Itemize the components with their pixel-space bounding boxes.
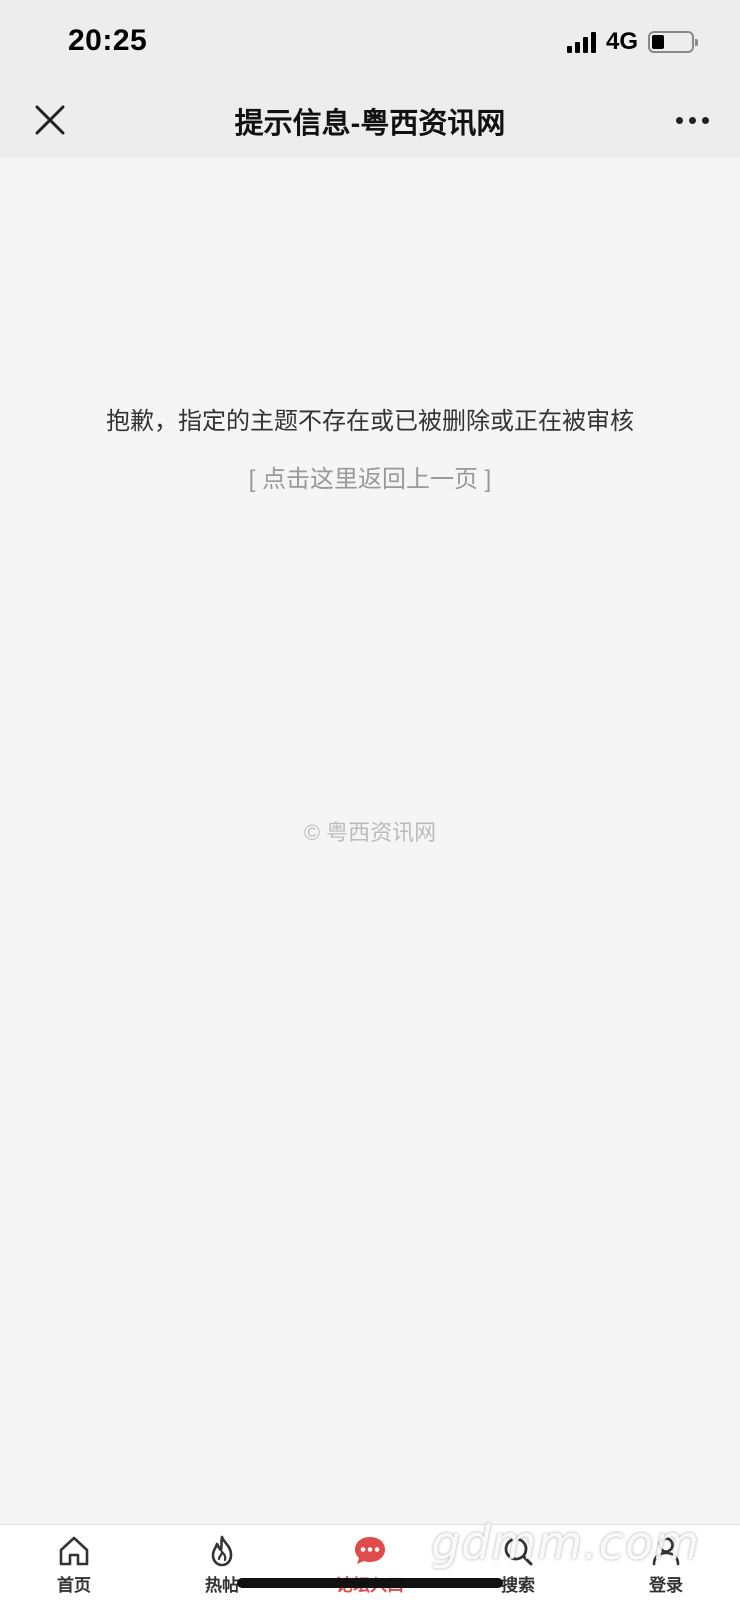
- tab-label: 首页: [57, 1576, 91, 1595]
- home-icon: [59, 1536, 89, 1566]
- tab-label: 搜索: [501, 1576, 535, 1595]
- tab-label: 登录: [649, 1576, 683, 1595]
- copyright-text: © 粤西资讯网: [303, 820, 437, 845]
- page: 20:25 4G 提示信息-粤西资讯网 抱歉，指定的主题不存在或已被删除或正在被…: [0, 0, 740, 1600]
- status-time: 20:25: [68, 24, 148, 57]
- error-message: 抱歉，指定的主题不存在或已被删除或正在被审核: [106, 408, 634, 435]
- tab-home[interactable]: 首页: [0, 1525, 148, 1600]
- chat-bubble-icon: [355, 1537, 385, 1564]
- battery-icon: [648, 31, 698, 53]
- page-title: 提示信息-粤西资讯网: [234, 108, 506, 140]
- more-dots-icon: [675, 116, 683, 124]
- flame-icon: [211, 1535, 233, 1567]
- tab-forum[interactable]: 论坛入口: [296, 1525, 444, 1600]
- back-link[interactable]: [ 点击这里返回上一页 ]: [0, 459, 740, 494]
- tab-hot[interactable]: 热帖: [148, 1525, 296, 1600]
- more-button[interactable]: [668, 98, 716, 142]
- battery-level: [652, 35, 664, 49]
- title-bar: 提示信息-粤西资讯网: [0, 82, 740, 158]
- signal-icon: [566, 31, 596, 53]
- status-bar: 20:25 4G: [0, 0, 740, 82]
- status-indicators: 4G: [566, 28, 698, 56]
- network-type: 4G: [605, 28, 638, 55]
- home-indicator[interactable]: [237, 1578, 503, 1588]
- watermark: gdmm.com: [431, 1516, 700, 1570]
- tab-label: 热帖: [205, 1576, 239, 1595]
